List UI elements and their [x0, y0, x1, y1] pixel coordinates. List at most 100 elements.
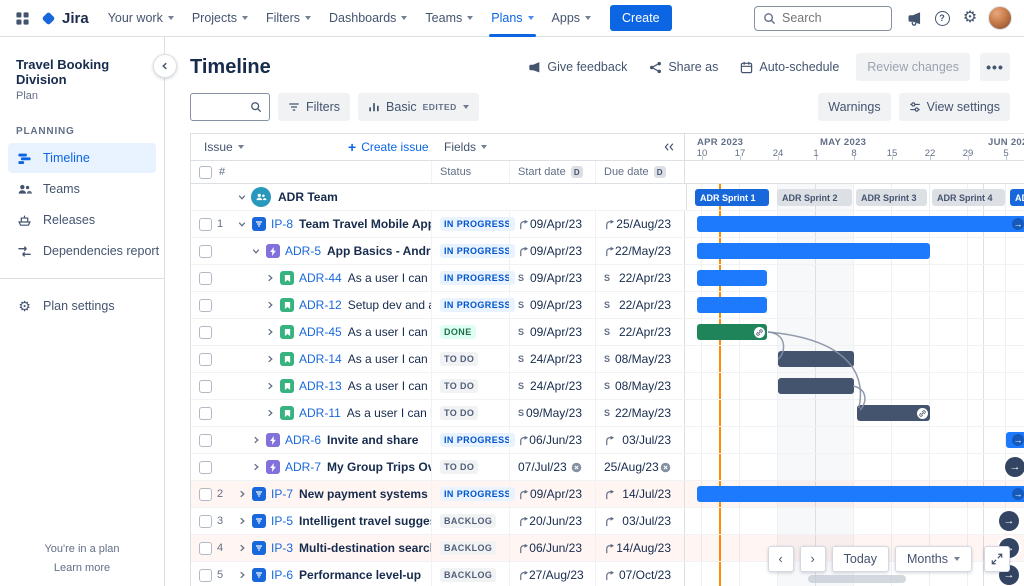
- more-actions-button[interactable]: •••: [980, 53, 1010, 81]
- due-date-cell[interactable]: 25/Aug/23: [595, 454, 684, 480]
- start-date-cell[interactable]: 20/Jun/23: [509, 508, 595, 534]
- issue-row[interactable]: ADR-14 As a user I can cre... TO DO S 24/Apr…: [191, 346, 1024, 373]
- collapse-columns-icon[interactable]: [663, 134, 675, 160]
- view-settings-button[interactable]: View settings: [898, 93, 1010, 121]
- row-checkbox[interactable]: [199, 487, 212, 501]
- nav-item-teams[interactable]: Teams: [416, 0, 482, 37]
- expand-row-icon[interactable]: [263, 355, 277, 363]
- issue-column-menu[interactable]: Issue: [204, 134, 244, 160]
- row-checkbox[interactable]: [199, 298, 212, 312]
- sprint-lozenge[interactable]: ADR Sprint 5: [1010, 189, 1024, 206]
- status-cell[interactable]: IN PROGRESS: [431, 292, 515, 318]
- dependency-link-icon[interactable]: [753, 326, 765, 338]
- row-checkbox[interactable]: [199, 514, 212, 528]
- offscreen-bar-button[interactable]: →: [999, 511, 1019, 531]
- start-date-cell[interactable]: 07/Jul/23: [509, 454, 595, 480]
- status-cell[interactable]: IN PROGRESS: [431, 427, 515, 453]
- expand-row-icon[interactable]: [263, 382, 277, 390]
- timeline-cell[interactable]: [684, 373, 1024, 399]
- timeline-cell[interactable]: →: [684, 211, 1024, 237]
- sidebar-item-dependencies-report[interactable]: Dependencies report: [8, 236, 159, 266]
- timeline-cell[interactable]: →: [684, 454, 1024, 480]
- timeline-cell[interactable]: [684, 319, 1024, 345]
- status-cell[interactable]: TO DO: [431, 400, 509, 426]
- timeline-cell[interactable]: [684, 238, 1024, 264]
- expand-row-icon[interactable]: [263, 409, 277, 417]
- due-date-cell[interactable]: S 22/May/23: [595, 400, 684, 426]
- issue-key[interactable]: ADR-14: [299, 352, 342, 366]
- status-cell[interactable]: DONE: [431, 319, 509, 345]
- dependency-link-icon[interactable]: [916, 407, 928, 419]
- remove-date-icon[interactable]: [571, 462, 582, 473]
- status-cell[interactable]: TO DO: [431, 346, 509, 372]
- status-cell[interactable]: BACKLOG: [431, 508, 509, 534]
- due-date-cell[interactable]: 22/May/23: [595, 238, 684, 264]
- user-avatar[interactable]: [988, 6, 1012, 30]
- scroll-prev-button[interactable]: ‹: [767, 546, 794, 572]
- collapse-group-icon[interactable]: [235, 193, 249, 201]
- expand-row-icon[interactable]: [249, 463, 263, 471]
- nav-item-plans[interactable]: Plans: [482, 0, 542, 37]
- learn-more-link[interactable]: Learn more: [0, 562, 164, 574]
- zoom-level-dropdown[interactable]: Months: [895, 546, 972, 572]
- settings-gear-icon[interactable]: ⚙: [956, 4, 984, 32]
- search-input[interactable]: [782, 11, 883, 25]
- global-search[interactable]: [754, 5, 892, 31]
- auto-schedule-button[interactable]: Auto-schedule: [731, 54, 848, 80]
- row-checkbox[interactable]: [199, 379, 212, 393]
- start-date-cell[interactable]: S 24/Apr/23: [509, 373, 595, 399]
- status-cell[interactable]: IN PROGRESS: [431, 238, 515, 264]
- row-checkbox[interactable]: [199, 244, 212, 258]
- timeline-bar[interactable]: →: [697, 216, 1024, 232]
- issue-key[interactable]: IP-8: [271, 217, 293, 231]
- issue-key[interactable]: ADR-5: [285, 244, 321, 258]
- timeline-bar[interactable]: [697, 297, 767, 313]
- remove-date-icon[interactable]: [660, 462, 671, 473]
- fields-menu[interactable]: Fields: [444, 134, 488, 160]
- sprint-lozenge[interactable]: ADR Sprint 3: [856, 189, 927, 206]
- due-date-column-header[interactable]: Due date D: [595, 161, 684, 183]
- due-date-cell[interactable]: 07/Oct/23: [595, 562, 684, 586]
- create-button[interactable]: Create: [610, 5, 672, 31]
- megaphone-icon[interactable]: [900, 4, 928, 32]
- start-date-column-header[interactable]: Start date D: [509, 161, 595, 183]
- issue-key[interactable]: IP-3: [271, 541, 293, 555]
- issue-row[interactable]: ADR-6 Invite and share IN PROGRESS 06/Jun/2…: [191, 427, 1024, 454]
- start-date-cell[interactable]: S 09/May/23: [509, 400, 595, 426]
- start-date-cell[interactable]: 09/Apr/23: [509, 211, 595, 237]
- expand-row-icon[interactable]: [263, 301, 277, 309]
- issue-row[interactable]: ADR-11As a user I can log i...TO DOS09/M…: [191, 400, 1024, 427]
- start-date-cell[interactable]: S 09/Apr/23: [509, 319, 595, 345]
- due-date-cell[interactable]: S 08/May/23: [595, 346, 684, 372]
- start-date-cell[interactable]: 06/Jun/23: [509, 535, 595, 561]
- jira-logo[interactable]: Jira: [40, 10, 89, 27]
- issue-row[interactable]: ADR-13 As a user I can log i... TO DO S 24/A…: [191, 373, 1024, 400]
- nav-item-filters[interactable]: Filters: [257, 0, 320, 37]
- select-all-checkbox[interactable]: [199, 165, 212, 179]
- issue-row[interactable]: ADR-12Setup dev and and ...IN PROGRESSS0…: [191, 292, 1024, 319]
- issue-key[interactable]: ADR-13: [299, 379, 342, 393]
- issue-row[interactable]: ADR-44As a user I can up...IN PROGRESSS0…: [191, 265, 1024, 292]
- timeline-cell[interactable]: →: [684, 427, 1024, 453]
- issue-key[interactable]: ADR-6: [285, 433, 321, 447]
- filters-button[interactable]: Filters: [278, 93, 351, 121]
- sidebar-item-releases[interactable]: Releases: [8, 205, 156, 235]
- team-group-row[interactable]: ADR Team ADR Sprint 1 ADR Sprint 2 ADR Spri…: [191, 184, 1024, 211]
- issue-key[interactable]: ADR-11: [299, 406, 341, 420]
- nav-item-apps[interactable]: Apps: [543, 0, 601, 37]
- filter-search-box[interactable]: [190, 93, 270, 121]
- sidebar-item-plan-settings[interactable]: ⚙ Plan settings: [8, 291, 156, 321]
- sprint-lozenge[interactable]: ADR Sprint 4: [932, 189, 1005, 206]
- horizontal-scrollbar[interactable]: [808, 575, 906, 583]
- due-date-cell[interactable]: S 22/Apr/23: [595, 265, 684, 291]
- status-cell[interactable]: BACKLOG: [431, 535, 509, 561]
- sprint-lozenge[interactable]: ADR Sprint 1: [695, 189, 769, 206]
- row-checkbox[interactable]: [199, 541, 212, 555]
- timeline-cell[interactable]: [684, 400, 1024, 426]
- start-date-cell[interactable]: 27/Aug/23: [509, 562, 595, 586]
- sprint-lozenge[interactable]: ADR Sprint 2: [777, 189, 852, 206]
- scroll-next-button[interactable]: ›: [799, 546, 826, 572]
- timeline-cell[interactable]: [684, 346, 1024, 372]
- sidebar-item-timeline[interactable]: Timeline: [8, 143, 156, 173]
- expand-row-icon[interactable]: [235, 544, 249, 552]
